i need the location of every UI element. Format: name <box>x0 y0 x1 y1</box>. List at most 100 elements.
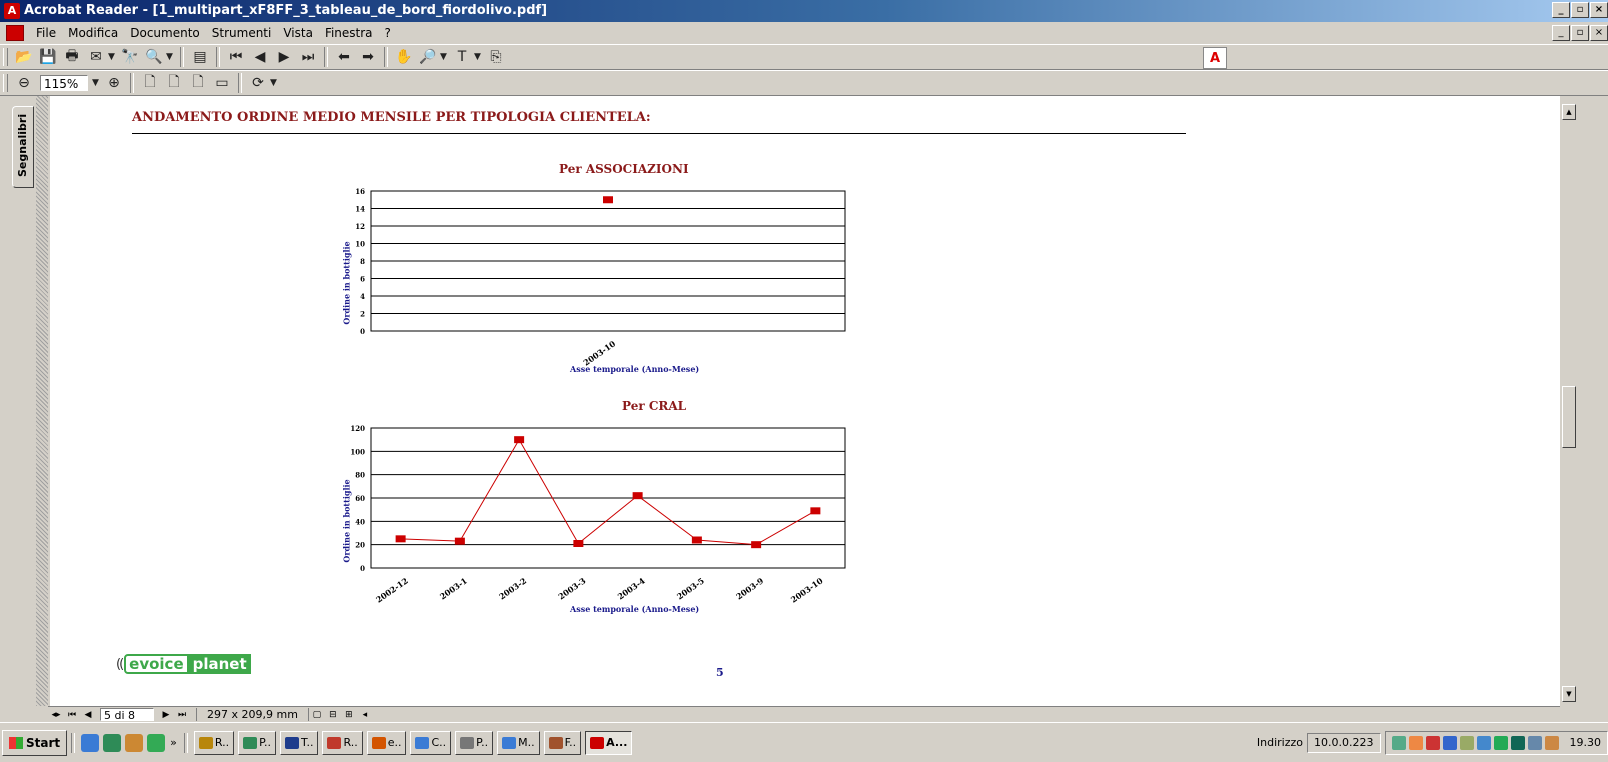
first-page-button[interactable]: ⏮ <box>64 710 80 720</box>
print-icon[interactable]: 🖶 <box>60 47 84 67</box>
menu-vista[interactable]: Vista <box>277 26 319 40</box>
facing-icon[interactable]: ⊞ <box>341 710 357 720</box>
text-select-icon[interactable]: T <box>450 47 474 67</box>
save-icon[interactable]: 💾 <box>36 47 60 67</box>
scroll-thumb[interactable] <box>1562 386 1576 448</box>
data-point <box>603 196 613 204</box>
chevron-down-icon[interactable]: ▼ <box>440 52 450 62</box>
tray-icon[interactable] <box>1493 735 1508 750</box>
fit-width-icon[interactable]: 🗋 <box>186 73 210 93</box>
task-button[interactable]: F.. <box>543 730 582 755</box>
window-title: Acrobat Reader - [1_multipart_xF8FF_3_ta… <box>24 3 548 18</box>
maximize-button[interactable]: ▫ <box>1571 2 1589 18</box>
scroll-up-icon[interactable]: ▲ <box>1562 104 1576 120</box>
task-button[interactable]: R.. <box>193 730 235 755</box>
menu-file[interactable]: File <box>30 26 62 40</box>
panel-splitter[interactable] <box>36 96 48 706</box>
adobe-logo[interactable]: A <box>1203 47 1227 69</box>
first-page-icon[interactable]: ⏮ <box>224 47 248 67</box>
chart-associazioni: 0 2 4 6 8 10 12 14 16 2003-10 <box>355 187 846 366</box>
tray-icon[interactable] <box>1408 735 1423 750</box>
task-button[interactable]: C.. <box>410 730 452 755</box>
media-icon[interactable] <box>125 733 144 752</box>
show-navigation-icon[interactable]: ▤ <box>188 47 212 67</box>
continuous-icon[interactable]: ⊟ <box>325 710 341 720</box>
task-button[interactable]: M.. <box>497 730 540 755</box>
menu-finestra[interactable]: Finestra <box>319 26 379 40</box>
scroll-down-icon[interactable]: ▼ <box>1562 686 1576 702</box>
task-button[interactable]: T.. <box>280 730 319 755</box>
task-label: R.. <box>214 736 230 749</box>
next-page-icon[interactable]: ▶ <box>272 47 296 67</box>
zoom-input[interactable]: 115% <box>40 75 88 91</box>
more-quicklaunch-icon[interactable]: » <box>170 736 177 749</box>
task-button[interactable]: e.. <box>366 730 407 755</box>
chevron-down-icon[interactable]: ▼ <box>270 78 280 88</box>
doc-minimize-button[interactable]: _ <box>1552 25 1570 41</box>
close-button[interactable]: × <box>1590 2 1608 18</box>
email-icon[interactable]: ✉ <box>84 47 108 67</box>
actual-size-icon[interactable]: 🗋 <box>138 73 162 93</box>
search-icon[interactable]: 🔍 <box>142 47 166 67</box>
previous-page-icon[interactable]: ◀ <box>248 47 272 67</box>
chevron-down-icon[interactable]: ▼ <box>108 52 118 62</box>
rotate-view-icon[interactable]: ⟳ <box>246 73 270 93</box>
task-button[interactable]: R.. <box>322 730 363 755</box>
task-button[interactable]: P.. <box>238 730 277 755</box>
menu-strumenti[interactable]: Strumenti <box>206 26 278 40</box>
start-button[interactable]: Start <box>2 729 68 756</box>
menu-modifica[interactable]: Modifica <box>62 26 124 40</box>
internet-explorer-icon[interactable] <box>81 733 100 752</box>
tray-icon[interactable] <box>1459 735 1474 750</box>
doc-close-button[interactable]: × <box>1590 25 1608 41</box>
evoiceplanet-logo: (( evoice planet <box>116 653 251 675</box>
vertical-scrollbar[interactable]: ▲ ▼ <box>1560 96 1608 706</box>
previous-page-button[interactable]: ◀ <box>80 710 96 720</box>
zoom-tool-icon[interactable]: 🔎 <box>416 47 440 67</box>
tray-icon[interactable] <box>1425 735 1440 750</box>
title-bar: A Acrobat Reader - [1_multipart_xF8FF_3_… <box>0 0 1608 22</box>
address-field[interactable]: 10.0.0.223 <box>1307 732 1381 753</box>
scroll-left-icon[interactable]: ◂ <box>357 710 373 720</box>
go-back-icon[interactable]: ⬅ <box>332 47 356 67</box>
open-icon[interactable]: 📂 <box>12 47 36 67</box>
document-icon[interactable] <box>6 25 24 41</box>
hide-navigation-icon[interactable]: ◂▸ <box>48 710 64 720</box>
outlook-icon[interactable] <box>103 733 122 752</box>
task-button-active[interactable]: A... <box>585 730 633 755</box>
last-page-button[interactable]: ⏭ <box>174 710 190 720</box>
single-page-icon[interactable]: ▢ <box>309 710 325 720</box>
acrobat-app-icon[interactable]: A <box>4 3 20 19</box>
fit-page-icon[interactable]: 🗋 <box>162 73 186 93</box>
fit-visible-icon[interactable]: ▭ <box>210 73 234 93</box>
page-indicator[interactable]: 5 di 8 <box>100 708 154 722</box>
last-page-icon[interactable]: ⏭ <box>296 47 320 67</box>
zoom-in-icon[interactable]: ⊕ <box>102 73 126 93</box>
tray-icon[interactable] <box>1476 735 1491 750</box>
app-icon <box>371 736 386 749</box>
bookmarks-tab[interactable]: Segnalibri <box>12 106 34 188</box>
snapshot-icon[interactable]: ⎘ <box>484 47 508 67</box>
find-icon[interactable]: 🔭 <box>118 47 142 67</box>
task-label: e.. <box>387 736 402 749</box>
chevron-down-icon[interactable]: ▼ <box>166 52 176 62</box>
tray-icon[interactable] <box>1510 735 1525 750</box>
chevron-down-icon[interactable]: ▼ <box>92 78 102 88</box>
tray-icon[interactable] <box>1544 735 1559 750</box>
windows-taskbar: Start » R.. P.. T.. R.. e.. C.. P.. M.. … <box>0 722 1608 762</box>
minimize-button[interactable]: _ <box>1552 2 1570 18</box>
data-point <box>810 507 821 515</box>
zoom-out-icon[interactable]: ⊖ <box>12 73 36 93</box>
menu-help[interactable]: ? <box>379 26 397 40</box>
tray-icon[interactable] <box>1442 735 1457 750</box>
doc-restore-button[interactable]: ▫ <box>1571 25 1589 41</box>
desktop-icon[interactable] <box>147 733 166 752</box>
menu-documento[interactable]: Documento <box>124 26 206 40</box>
next-page-button[interactable]: ▶ <box>158 710 174 720</box>
go-forward-icon[interactable]: ➡ <box>356 47 380 67</box>
task-button[interactable]: P.. <box>455 730 494 755</box>
chevron-down-icon[interactable]: ▼ <box>474 52 484 62</box>
tray-icon[interactable] <box>1391 735 1406 750</box>
tray-icon[interactable] <box>1527 735 1542 750</box>
hand-tool-icon[interactable]: ✋ <box>392 47 416 67</box>
